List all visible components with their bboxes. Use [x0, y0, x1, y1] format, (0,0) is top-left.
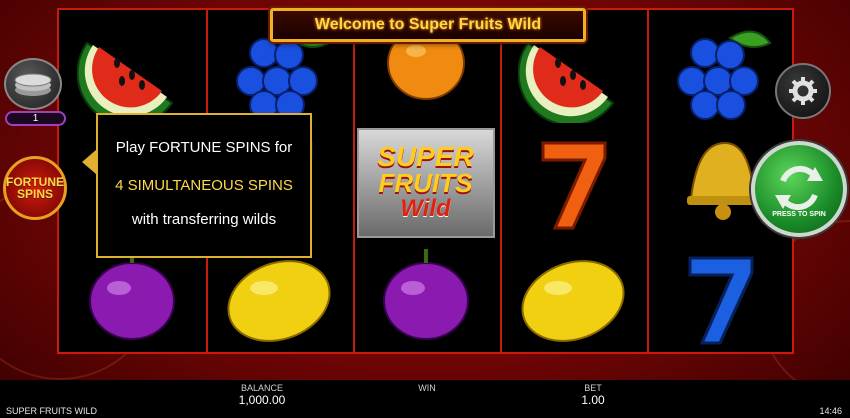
balance-value: 1,000.00 — [238, 393, 286, 407]
fortune-spins-tooltip: Play FORTUNE SPINS for 4 SIMULTANEOUS SP… — [96, 113, 312, 258]
super-fruits-wild-logo: SUPER FRUITS Wild — [353, 125, 498, 240]
refresh-arrows-icon — [775, 165, 823, 211]
coin-stack-icon — [14, 73, 52, 96]
coin-count: 1 — [5, 111, 66, 126]
fortune-spins-button[interactable]: FORTUNE SPINS — [3, 156, 67, 220]
coin-value-button[interactable] — [4, 58, 62, 110]
spin-button-label: PRESS TO SPIN — [772, 211, 826, 218]
balance-label: BALANCE — [240, 383, 284, 393]
wild-logo-line2: FRUITS — [378, 167, 473, 198]
tooltip-arrow — [82, 150, 96, 174]
title-banner-text: Welcome to Super Fruits Wild — [314, 16, 542, 33]
tooltip-line2: 4 SIMULTANEOUS SPINS — [115, 177, 293, 194]
seven-icon — [647, 240, 792, 355]
watermelon-icon — [59, 10, 204, 125]
seven-icon — [500, 125, 645, 240]
wild-logo-line1: SUPER — [377, 140, 474, 172]
settings-button[interactable] — [775, 63, 831, 119]
clock: 14:46 — [819, 406, 842, 416]
fortune-badge-line2: SPINS — [16, 187, 53, 201]
tooltip-line1: Play FORTUNE SPINS for — [115, 139, 293, 156]
win-label: WIN — [418, 383, 436, 393]
bet-value: 1.00 — [581, 393, 605, 407]
gear-icon — [789, 77, 817, 105]
bet-label: BET — [584, 383, 602, 393]
blueberries-icon — [647, 10, 792, 125]
bottom-bar: BALANCE 1,000.00 WIN BET 1.00 SUPER FRUI… — [0, 380, 850, 418]
game-name: SUPER FRUITS WILD — [6, 406, 98, 416]
title-banner: Welcome to Super Fruits Wild — [270, 8, 586, 42]
spin-button[interactable]: PRESS TO SPIN — [751, 141, 847, 237]
tooltip-line3: with transferring wilds — [131, 211, 277, 228]
game-stage: SUPER FRUITS Wild Welcome to Super Fruit… — [0, 0, 850, 418]
plum-icon — [353, 240, 498, 355]
lemon-icon — [500, 240, 645, 355]
wild-logo-line3: Wild — [400, 194, 451, 222]
